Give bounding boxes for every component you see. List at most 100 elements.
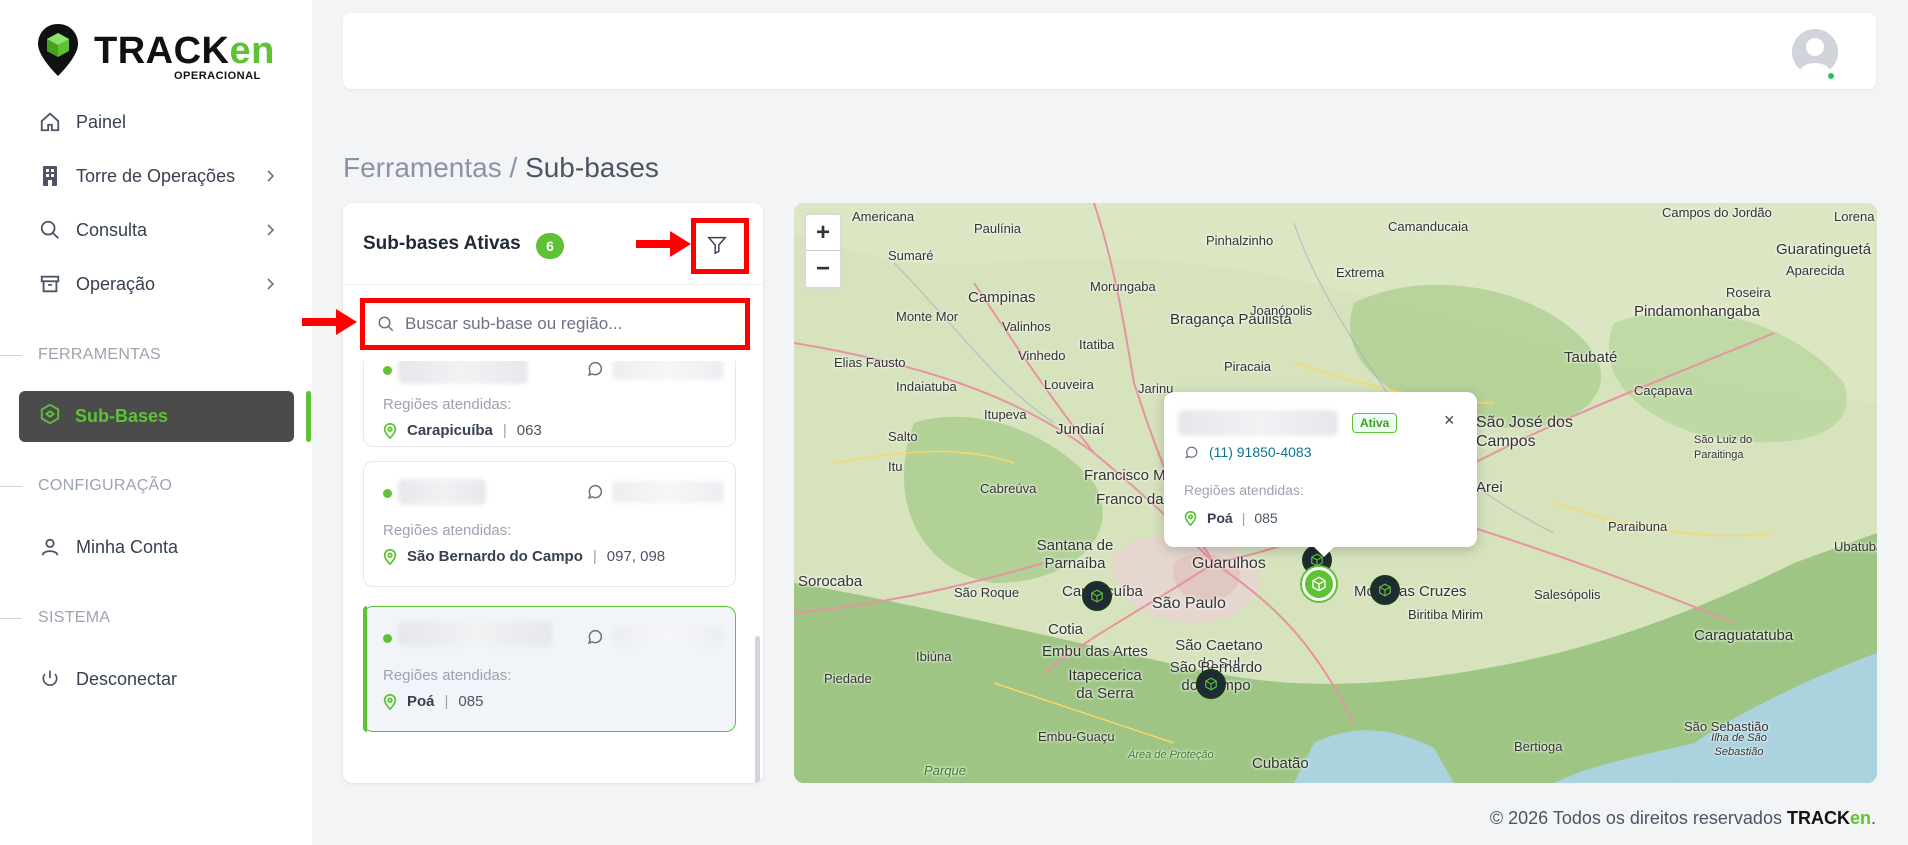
list-item[interactable]: Regiões atendidas: Carapicuíba | 063 (363, 361, 736, 447)
map-marker[interactable] (1196, 669, 1226, 699)
sidebar-item-painel[interactable]: Painel (38, 108, 278, 136)
chevron-right-icon (267, 224, 275, 236)
status-badge: Ativa (1352, 413, 1398, 433)
region-row: Poá | 085 (383, 693, 483, 710)
status-dot (383, 634, 392, 643)
zoom-out-button[interactable]: − (806, 251, 840, 287)
map-label: Morungaba (1090, 279, 1156, 294)
sidebar-item-consulta[interactable]: Consulta (38, 216, 278, 244)
map-label: Valinhos (1002, 319, 1051, 334)
map-label: Bertioga (1514, 739, 1563, 754)
section-divider (0, 486, 22, 487)
user-avatar[interactable] (1792, 29, 1838, 75)
whatsapp-icon (1185, 446, 1198, 458)
map-label: Vinhedo (1018, 348, 1066, 363)
map-label: Paulínia (974, 221, 1021, 236)
sidebar-item-label: Desconectar (76, 668, 178, 689)
map-label: Santana de Parnaíba (1036, 537, 1114, 572)
sub-bases-list[interactable]: Regiões atendidas: Carapicuíba | 063 Reg… (343, 361, 763, 783)
avatar-icon (1792, 29, 1838, 75)
location-pin-icon (383, 693, 397, 710)
map-label: Guaratinguetá (1776, 241, 1872, 258)
list-item-selected[interactable]: Regiões atendidas: Poá | 085 (363, 606, 736, 732)
section-divider (0, 355, 22, 356)
map-label: Parque (924, 763, 966, 778)
close-button[interactable]: × (1444, 410, 1455, 431)
sidebar-item-sub-bases[interactable]: Sub-Bases (19, 391, 294, 442)
map-label: Sorocaba (798, 573, 863, 590)
top-header (343, 13, 1876, 89)
map-label: Ilha de São Sebastião (1711, 732, 1767, 758)
map-label: Extrema (1336, 265, 1385, 280)
map-marker[interactable] (1370, 575, 1400, 605)
box-icon (1091, 589, 1103, 603)
regions-label: Regiões atendidas: (383, 396, 512, 413)
power-icon (38, 667, 62, 691)
location-pin-icon (1184, 510, 1197, 526)
region-codes: 063 (516, 422, 542, 439)
sidebar-item-label: Sub-Bases (75, 406, 169, 426)
map-label: Campinas (968, 289, 1036, 306)
map-label: Pinhalzinho (1206, 233, 1274, 248)
phone-link[interactable]: (11) 91850-4083 (1209, 444, 1311, 460)
map-label: Aparecida (1786, 263, 1845, 278)
search-highlight-box (360, 298, 750, 350)
map-label: São José dos Campos (1476, 414, 1573, 450)
map-marker-selected[interactable] (1302, 567, 1336, 601)
footer-brand: TRACKen (1786, 808, 1871, 828)
map-view[interactable]: + − Americana Paulínia Sumaré Campinas M… (794, 203, 1877, 783)
map-label: Franco da (1096, 491, 1164, 508)
footer-text: © 2026 Todos os direitos reservados (1489, 808, 1787, 828)
region-city: Poá (407, 693, 435, 710)
regions-label: Regiões atendidas: (383, 667, 512, 684)
panel-header: Sub-bases Ativas 6 (343, 203, 763, 285)
map-label: Itatiba (1079, 337, 1115, 352)
location-pin-icon (383, 548, 397, 565)
map-label: Itapecerica da Serra (1068, 667, 1142, 702)
location-pin-icon (383, 422, 397, 439)
sidebar-item-desconectar[interactable]: Desconectar (38, 665, 278, 693)
active-indicator (306, 391, 311, 442)
region-separator: | (592, 548, 597, 565)
map-label: São Paulo (1152, 595, 1226, 612)
map-label: Piedade (824, 671, 872, 686)
regions-label: Regiões atendidas: (383, 522, 512, 539)
map-label: Embu das Artes (1042, 643, 1148, 660)
sidebar-item-label: Painel (76, 111, 127, 132)
region-separator: | (502, 422, 507, 439)
redacted-name (398, 361, 528, 384)
region-city: Poá (1207, 510, 1233, 526)
chevron-right-icon (267, 170, 275, 182)
breadcrumb-parent[interactable]: Ferramentas (343, 152, 502, 183)
map-label: Cotia (1048, 621, 1084, 638)
list-scrollbar[interactable] (755, 636, 760, 783)
status-dot (383, 366, 392, 375)
sidebar-item-label: Torre de Operações (76, 165, 236, 186)
brand-logo[interactable]: TRACKen OPERACIONAL (36, 22, 274, 84)
region-row: Poá | 085 (1184, 510, 1278, 526)
map-label: Salesópolis (1534, 587, 1601, 602)
sidebar-item-label: Consulta (76, 219, 148, 240)
region-row: São Bernardo do Campo | 097, 098 (383, 548, 665, 565)
chevron-right-icon (267, 278, 275, 290)
map-label: Itu (888, 459, 903, 474)
sidebar-item-minha-conta[interactable]: Minha Conta (38, 533, 278, 561)
map-label: Salto (888, 429, 918, 444)
region-codes: 097, 098 (606, 548, 666, 565)
map-label: São Luiz do Paraitinga (1694, 434, 1753, 461)
hexagon-icon (39, 403, 61, 430)
map-label: Embu-Guaçu (1038, 729, 1115, 744)
zoom-in-button[interactable]: + (806, 215, 840, 251)
status-dot (383, 489, 392, 498)
box-icon (1205, 677, 1217, 691)
sidebar-item-operacao[interactable]: Operação (38, 270, 278, 298)
list-item[interactable]: Regiões atendidas: São Bernardo do Campo… (363, 461, 736, 587)
marker-popup: Ativa × (11) 91850-4083 Regiões atendida… (1164, 392, 1477, 557)
map-marker[interactable] (1082, 581, 1112, 611)
map-label: São Roque (954, 585, 1020, 600)
phone-row: (11) 91850-4083 (1184, 444, 1311, 460)
arrow-annotation-icon (636, 231, 691, 257)
sidebar-item-torre[interactable]: Torre de Operações (38, 162, 278, 190)
redacted-name (1178, 410, 1338, 436)
region-city: São Bernardo do Campo (407, 548, 583, 565)
